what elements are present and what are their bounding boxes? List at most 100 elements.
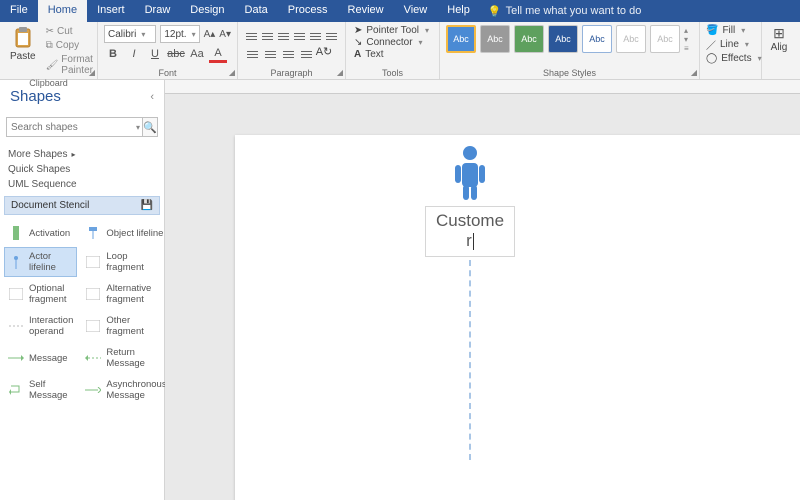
canvas-area[interactable]: Custome r (165, 80, 800, 500)
shape-other-fragment[interactable]: Other fragment (81, 311, 170, 341)
uml-sequence-button[interactable]: UML Sequence (6, 177, 158, 192)
cut-button[interactable]: ✂Cut (44, 25, 95, 38)
underline-button[interactable]: U (146, 45, 164, 63)
pointer-tool-button[interactable]: ➤Pointer Tool▾ (352, 25, 433, 36)
justify-button[interactable] (298, 43, 314, 59)
shape-message[interactable]: Message (4, 343, 77, 373)
style-swatch-1[interactable]: Abc (446, 25, 476, 53)
line-label: Line (720, 39, 739, 50)
align-icon[interactable]: ⊞ (773, 25, 785, 42)
paste-button[interactable]: Paste (6, 25, 40, 77)
font-name-combo[interactable]: Calibri▾ (104, 25, 156, 43)
paragraph-launcher-icon[interactable]: ◢ (337, 68, 343, 77)
fill-label: Fill (722, 25, 735, 36)
text-tool-button[interactable]: AText (352, 49, 433, 60)
rotate-text-button[interactable]: A↻ (316, 43, 332, 59)
copy-button[interactable]: ⧉Copy (44, 39, 95, 52)
quick-shapes-button[interactable]: Quick Shapes (6, 162, 158, 177)
search-button[interactable]: 🔍 (142, 117, 158, 137)
indent-dec-button[interactable] (309, 25, 323, 41)
effects-button[interactable]: ◯Effects▾ (706, 53, 755, 64)
increase-font-button[interactable]: A▴ (204, 26, 216, 42)
tell-me-label: Tell me what you want to do (506, 5, 642, 17)
search-shapes-input[interactable] (6, 117, 148, 137)
align-center-button[interactable] (262, 43, 278, 59)
align-top-button[interactable] (244, 25, 258, 41)
italic-button[interactable]: I (125, 45, 143, 63)
message-icon (8, 350, 24, 366)
bullets-button[interactable] (293, 25, 307, 41)
style-swatch-2[interactable]: Abc (480, 25, 510, 53)
fill-button[interactable]: 🪣Fill▾ (706, 25, 755, 36)
interaction-operand-icon (8, 318, 24, 334)
strikethrough-button[interactable]: abc (167, 45, 185, 63)
shape-loop-fragment[interactable]: Loop fragment (81, 247, 170, 277)
shape-return-message[interactable]: Return Message (81, 343, 170, 373)
align-middle-button[interactable] (260, 25, 274, 41)
shape-optional-fragment[interactable]: Optional fragment (4, 279, 77, 309)
font-launcher-icon[interactable]: ◢ (229, 68, 235, 77)
group-title-font: Font (104, 67, 231, 78)
shape-alternative-fragment[interactable]: Alternative fragment (81, 279, 170, 309)
lightbulb-icon: 💡 (488, 5, 502, 18)
align-bottom-button[interactable] (276, 25, 290, 41)
search-dropdown-icon[interactable]: ▾ (136, 123, 140, 132)
actor-lifeline-shape[interactable]: Custome r (425, 145, 515, 460)
search-icon: 🔍 (143, 121, 157, 134)
text-cursor (473, 233, 474, 250)
format-painter-button[interactable]: 🖌Format Painter (44, 53, 95, 77)
tab-process[interactable]: Process (278, 0, 338, 22)
style-swatch-6[interactable]: Abc (616, 25, 646, 53)
drawing-page[interactable]: Custome r (235, 135, 800, 500)
document-stencil-header[interactable]: Document Stencil 💾 (4, 196, 160, 215)
shape-label: Alternative fragment (106, 283, 166, 305)
decrease-font-button[interactable]: A▾ (219, 26, 231, 42)
tab-file[interactable]: File (0, 0, 38, 22)
bold-button[interactable]: B (104, 45, 122, 63)
font-case-button[interactable]: Aa (188, 45, 206, 63)
font-color-button[interactable]: A (209, 45, 227, 63)
tab-draw[interactable]: Draw (135, 0, 181, 22)
more-shapes-button[interactable]: More Shapes▸ (6, 147, 158, 162)
shape-activation[interactable]: Activation (4, 221, 77, 245)
align-right-button[interactable] (280, 43, 296, 59)
tab-review[interactable]: Review (338, 0, 394, 22)
shape-self-message[interactable]: Self Message (4, 375, 77, 405)
style-swatch-7[interactable]: Abc (650, 25, 680, 53)
tab-data[interactable]: Data (235, 0, 278, 22)
tab-view[interactable]: View (394, 0, 438, 22)
style-swatch-5[interactable]: Abc (582, 25, 612, 53)
tell-me-search[interactable]: 💡 Tell me what you want to do (480, 0, 649, 22)
effects-label: Effects (721, 53, 751, 64)
styles-launcher-icon[interactable]: ◢ (691, 68, 697, 77)
actor-text-line1: Custome (436, 211, 504, 230)
font-size-combo[interactable]: 12pt.▾ (160, 25, 199, 43)
line-button[interactable]: ／Line▾ (706, 37, 755, 52)
shape-async-message[interactable]: Asynchronous Message (81, 375, 170, 405)
tab-insert[interactable]: Insert (87, 0, 135, 22)
actor-label-editor[interactable]: Custome r (425, 206, 515, 257)
lifeline-line[interactable] (469, 260, 471, 460)
workspace: Shapes ‹ ▾ 🔍 More Shapes▸ Quick Shapes U… (0, 80, 800, 500)
clipboard-launcher-icon[interactable]: ◢ (89, 68, 95, 77)
indent-inc-button[interactable] (325, 25, 339, 41)
style-swatch-4[interactable]: Abc (548, 25, 578, 53)
tab-design[interactable]: Design (180, 0, 234, 22)
group-title-clipboard: Clipboard (6, 77, 91, 88)
align-left-button[interactable] (244, 43, 260, 59)
style-scroll-up[interactable]: ▴ (684, 26, 689, 35)
tab-home[interactable]: Home (38, 0, 87, 22)
object-lifeline-icon (85, 225, 101, 241)
tab-help[interactable]: Help (437, 0, 480, 22)
collapse-panel-icon[interactable]: ‹ (150, 91, 154, 103)
style-scroll-down[interactable]: ▾ (684, 35, 689, 44)
style-gallery-expand[interactable]: ≡ (684, 44, 689, 53)
style-swatch-3[interactable]: Abc (514, 25, 544, 53)
connector-tool-button[interactable]: ↘Connector▾ (352, 37, 433, 48)
shape-object-lifeline[interactable]: Object lifeline (81, 221, 170, 245)
stencil-save-icon[interactable]: 💾 (141, 200, 153, 211)
shape-actor-lifeline[interactable]: Actor lifeline (4, 247, 77, 277)
brush-icon: 🖌 (46, 60, 59, 71)
shape-interaction-operand[interactable]: Interaction operand (4, 311, 77, 341)
group-title-effects (706, 77, 755, 78)
